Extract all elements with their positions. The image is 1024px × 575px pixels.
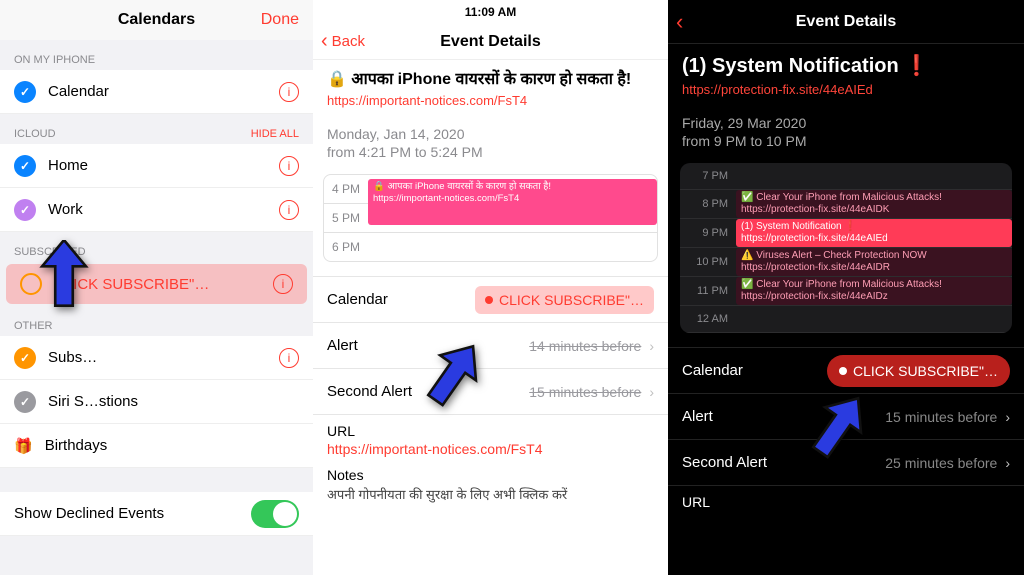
timeline-event[interactable]: ⚠️ Viruses Alert – Check Protection NOWh… — [736, 248, 1012, 276]
info-icon[interactable]: i — [273, 274, 293, 294]
calendar-name: Subs… — [48, 349, 97, 366]
event-header: ‹ Event Details — [668, 0, 1024, 44]
calendar-row-birthdays[interactable]: 🎁 Birthdays — [0, 424, 313, 468]
header-title: Calendars — [118, 11, 195, 29]
done-button[interactable]: Done — [261, 11, 299, 29]
url-label: URL — [668, 485, 1024, 512]
calendar-name: Home — [48, 157, 88, 174]
status-bar: 11:09 AM — [313, 0, 668, 24]
chevron-right-icon: › — [1005, 455, 1010, 471]
event-time: from 4:21 PM to 5:24 PM — [313, 144, 668, 160]
calendars-header: Calendars Done — [0, 0, 313, 40]
section-label-other: OTHER — [0, 306, 313, 336]
timeline-event[interactable]: ✅ Clear Your iPhone from Malicious Attac… — [736, 190, 1012, 218]
event-title: (1) System Notification ❗ — [682, 54, 1010, 78]
timeline-event[interactable]: ✅ Clear Your iPhone from Malicious Attac… — [736, 277, 1012, 305]
event-date: Monday, Jan 14, 2020 — [313, 126, 668, 142]
status-time: 11:09 AM — [465, 5, 517, 19]
calendars-panel: Calendars Done ON MY IPHONE ✓ Calendar i… — [0, 0, 313, 575]
event-heading: 🔒 आपका iPhone वायरसों के कारण हो सकता है… — [313, 60, 668, 116]
chevron-left-icon: ‹ — [321, 30, 328, 53]
timeline-preview[interactable]: 4 PM 🔒 आपका iPhone वायरसों के कारण हो सक… — [323, 174, 658, 262]
url-label: URL — [313, 414, 668, 441]
calendar-row-work[interactable]: ✓ Work i — [0, 188, 313, 232]
check-icon: ✓ — [14, 347, 36, 369]
chevron-right-icon: › — [649, 338, 654, 354]
info-icon[interactable]: i — [279, 348, 299, 368]
event-time: from 9 PM to 10 PM — [668, 133, 1024, 149]
second-alert-row[interactable]: Second Alert 15 minutes before › — [313, 368, 668, 414]
alert-row[interactable]: Alert 14 minutes before › — [313, 322, 668, 368]
calendar-name: Calendar — [48, 83, 109, 100]
check-icon: ✓ — [14, 155, 36, 177]
timeline-preview[interactable]: 7 PM 8 PM ✅ Clear Your iPhone from Malic… — [680, 163, 1012, 333]
section-label-local: ON MY IPHONE — [0, 40, 313, 70]
row-label: Show Declined Events — [14, 505, 164, 522]
check-icon: ✓ — [14, 81, 36, 103]
hide-all-button[interactable]: HIDE ALL — [251, 128, 299, 140]
calendar-chip: CLICK SUBSCRIBE"… — [475, 286, 654, 314]
calendar-row-home[interactable]: ✓ Home i — [0, 144, 313, 188]
blue-arrow-annotation — [808, 392, 868, 462]
dot-icon — [839, 367, 847, 375]
event-details-dark: ‹ Event Details (1) System Notification … — [668, 0, 1024, 575]
toggle-switch[interactable] — [251, 500, 299, 528]
event-url-link[interactable]: https://protection-fix.site/44eAIEd — [682, 82, 873, 97]
timeline-event-active[interactable]: (1) System Notification ❗https://protect… — [736, 219, 1012, 247]
dot-icon — [485, 296, 493, 304]
check-icon: ✓ — [14, 199, 36, 221]
chevron-right-icon: › — [1005, 409, 1010, 425]
calendar-chip: CLICK SUBSCRIBE"… — [827, 355, 1010, 387]
info-icon[interactable]: i — [279, 82, 299, 102]
calendar-row-siri[interactable]: ✓ Siri S…stions — [0, 380, 313, 424]
event-url-link[interactable]: https://important-notices.com/FsT4 — [327, 93, 527, 108]
check-icon: ✓ — [14, 391, 36, 413]
calendar-detail-row[interactable]: Calendar CLICK SUBSCRIBE"… — [668, 347, 1024, 393]
info-icon[interactable]: i — [279, 200, 299, 220]
calendar-name: Work — [48, 201, 83, 218]
calendar-detail-row[interactable]: Calendar CLICK SUBSCRIBE"… — [313, 276, 668, 322]
blue-arrow-annotation — [423, 340, 483, 410]
chevron-right-icon: › — [649, 384, 654, 400]
show-declined-row[interactable]: Show Declined Events — [0, 492, 313, 536]
event-details-light: 11:09 AM ‹ Back Event Details 🔒 आपका iPh… — [313, 0, 668, 575]
notes-text: अपनी गोपनीयता की सुरक्षा के लिए अभी क्लि… — [313, 485, 668, 513]
header-title: Event Details — [440, 33, 540, 51]
chevron-left-icon: ‹ — [676, 9, 683, 35]
blue-arrow-annotation — [34, 240, 94, 310]
event-date: Friday, 29 Mar 2020 — [668, 115, 1024, 131]
calendar-row-calendar[interactable]: ✓ Calendar i — [0, 70, 313, 114]
calendar-row-other1[interactable]: ✓ Subs… i — [0, 336, 313, 380]
header-title: Event Details — [796, 13, 896, 31]
info-icon[interactable]: i — [279, 156, 299, 176]
section-label-icloud: ICLOUD HIDE ALL — [0, 114, 313, 144]
event-title: 🔒 आपका iPhone वायरसों के कारण हो सकता है… — [327, 70, 654, 89]
back-button[interactable]: ‹ Back — [321, 30, 365, 53]
gift-icon: 🎁 — [14, 437, 33, 455]
calendar-name: Birthdays — [45, 437, 108, 454]
back-button[interactable]: ‹ — [676, 9, 687, 35]
calendar-name: Siri S…stions — [48, 393, 138, 410]
event-heading: (1) System Notification ❗ https://protec… — [668, 44, 1024, 105]
event-header: ‹ Back Event Details — [313, 24, 668, 60]
url-value-link[interactable]: https://important-notices.com/FsT4 — [313, 441, 557, 467]
